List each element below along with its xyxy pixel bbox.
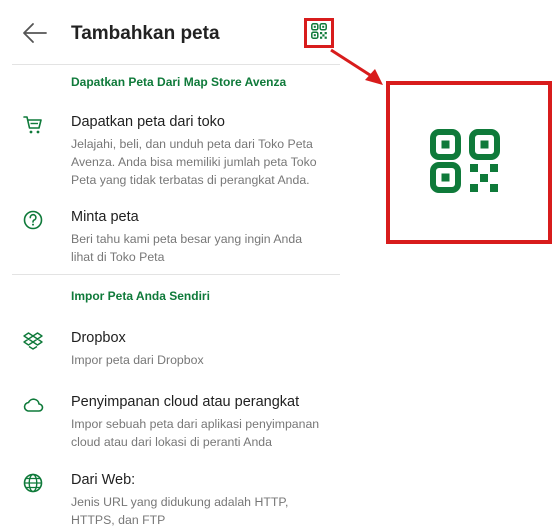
list-item-store[interactable]: Dapatkan peta dari toko Jelajahi, beli, … [0,114,340,187]
dropbox-icon [22,330,44,352]
question-circle-icon [22,209,44,231]
list-item-from-web[interactable]: Dari Web: Jenis URL yang didukung adalah… [0,472,340,527]
qr-code-icon [430,129,500,193]
page-title: Tambahkan peta [71,23,220,44]
section-header-avenza-store: Dapatkan Peta Dari Map Store Avenza [71,75,287,89]
list-item-request-map[interactable]: Minta peta Beri tahu kami peta besar yan… [0,209,340,264]
arrow-left-icon[interactable] [22,22,48,44]
item-title: Dapatkan peta dari toko [71,114,225,130]
qr-code-zoom-callout [386,81,552,244]
item-title: Dari Web: [71,472,136,488]
divider [12,274,340,275]
divider [12,64,340,65]
app-bar: Tambahkan peta [0,0,340,64]
item-description: Impor peta dari Dropbox [71,353,204,367]
cloud-icon [22,394,44,416]
item-description: Impor sebuah peta dari aplikasi penyimpa… [71,417,320,449]
list-item-cloud-storage[interactable]: Penyimpanan cloud atau perangkat Impor s… [0,394,340,449]
item-title: Minta peta [71,209,139,225]
qr-code-icon [311,22,327,44]
qr-code-button[interactable] [304,18,334,48]
item-title: Dropbox [71,330,126,346]
list-item-dropbox[interactable]: Dropbox Impor peta dari Dropbox [0,330,340,370]
item-description: Beri tahu kami peta besar yang ingin And… [71,232,303,264]
item-description: Jenis URL yang didukung adalah HTTP, HTT… [71,495,289,527]
shopping-cart-icon [22,114,44,136]
item-description: Jelajahi, beli, dan unduh peta dari Toko… [71,137,317,187]
item-title: Penyimpanan cloud atau perangkat [71,394,300,410]
section-header-import: Impor Peta Anda Sendiri [71,289,210,303]
globe-icon [22,472,44,494]
